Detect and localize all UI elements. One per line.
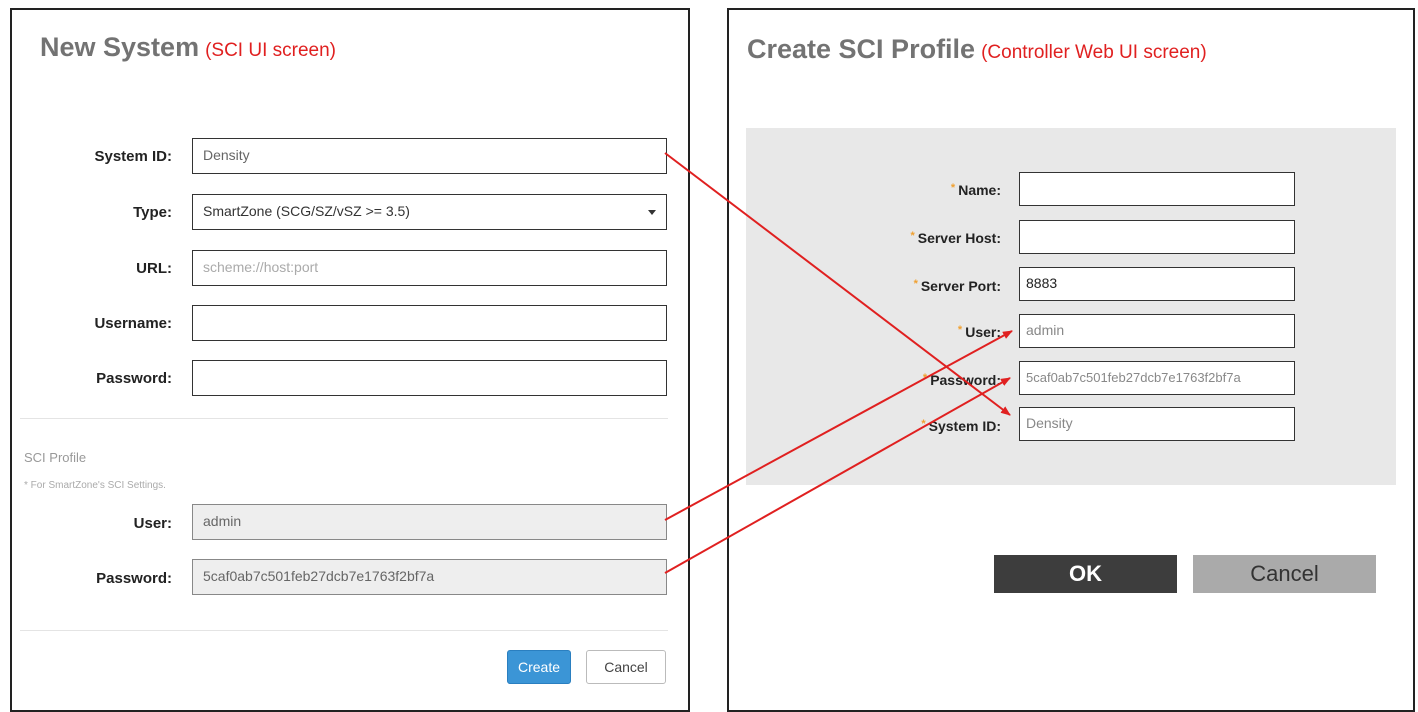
page-title: Create SCI Profile (Controller Web UI scr… [747, 34, 1207, 65]
sci-profile-note: * For SmartZone's SCI Settings. [24, 480, 166, 491]
divider [20, 418, 668, 419]
sci-password-label: Password: [96, 570, 172, 587]
required-marker: * [957, 324, 963, 336]
sci-user-label: User: [133, 515, 172, 532]
system-id-label: * System ID: [729, 418, 1001, 434]
server-host-input[interactable] [1019, 220, 1295, 254]
required-marker: * [922, 372, 928, 384]
system-id-label: System ID: [94, 148, 172, 165]
user-label: * User: [729, 324, 1001, 340]
name-label: * Name: [729, 182, 1001, 198]
password-label: * Password: [729, 372, 1001, 388]
server-host-label: * Server Host: [729, 230, 1001, 246]
server-port-label-text: Server Port: [920, 278, 1001, 294]
type-select[interactable]: SmartZone (SCG/SZ/vSZ >= 3.5) [192, 194, 667, 230]
password-label-text: Password: [930, 372, 1001, 388]
user-input[interactable]: admin [1019, 314, 1295, 348]
required-marker: * [950, 182, 956, 194]
password-input[interactable] [192, 360, 667, 396]
server-port-label: * Server Port: [729, 278, 1001, 294]
password-label: Password: [96, 370, 172, 387]
username-input[interactable] [192, 305, 667, 341]
name-label-text: Name: [958, 182, 1001, 198]
sci-profile-heading: SCI Profile [24, 450, 87, 465]
sci-password-field: 5caf0ab7c501feb27dcb7e1763f2bf7a [192, 559, 667, 595]
system-id-label-text: System ID: [928, 418, 1001, 434]
type-select-value: SmartZone (SCG/SZ/vSZ >= 3.5) [203, 203, 410, 219]
create-sci-profile-title: Create SCI Profile [747, 34, 976, 64]
divider [20, 630, 668, 631]
new-system-title: New System [40, 32, 200, 62]
cancel-button[interactable]: Cancel [586, 650, 666, 684]
type-label: Type: [133, 204, 172, 221]
name-input[interactable] [1019, 172, 1295, 206]
required-marker: * [913, 278, 918, 290]
chevron-down-icon [648, 210, 656, 215]
system-id-input[interactable]: Density [1019, 407, 1295, 441]
server-host-label-text: Server Host: [917, 230, 1001, 246]
password-input[interactable]: 5caf0ab7c501feb27dcb7e1763f2bf7a [1019, 361, 1295, 395]
url-input[interactable]: scheme://host:port [192, 250, 667, 286]
required-marker: * [910, 230, 915, 242]
username-label: Username: [94, 315, 172, 332]
user-label-text: User: [965, 324, 1001, 340]
ok-button[interactable]: OK [994, 555, 1177, 593]
sci-ui-screen-annotation: (SCI UI screen) [205, 40, 336, 61]
page-title: New System (SCI UI screen) [40, 32, 336, 63]
cancel-button[interactable]: Cancel [1193, 555, 1376, 593]
system-id-input[interactable]: Density [192, 138, 667, 174]
server-port-input[interactable]: 8883 [1019, 267, 1295, 301]
create-button[interactable]: Create [507, 650, 571, 684]
required-marker: * [921, 418, 926, 430]
sci-user-field: admin [192, 504, 667, 540]
url-label: URL: [136, 260, 172, 277]
controller-web-ui-annotation: (Controller Web UI screen) [981, 42, 1207, 63]
create-sci-profile-panel: Create SCI Profile (Controller Web UI scr… [727, 8, 1415, 712]
new-system-panel: New System (SCI UI screen) System ID: Den… [10, 8, 690, 712]
